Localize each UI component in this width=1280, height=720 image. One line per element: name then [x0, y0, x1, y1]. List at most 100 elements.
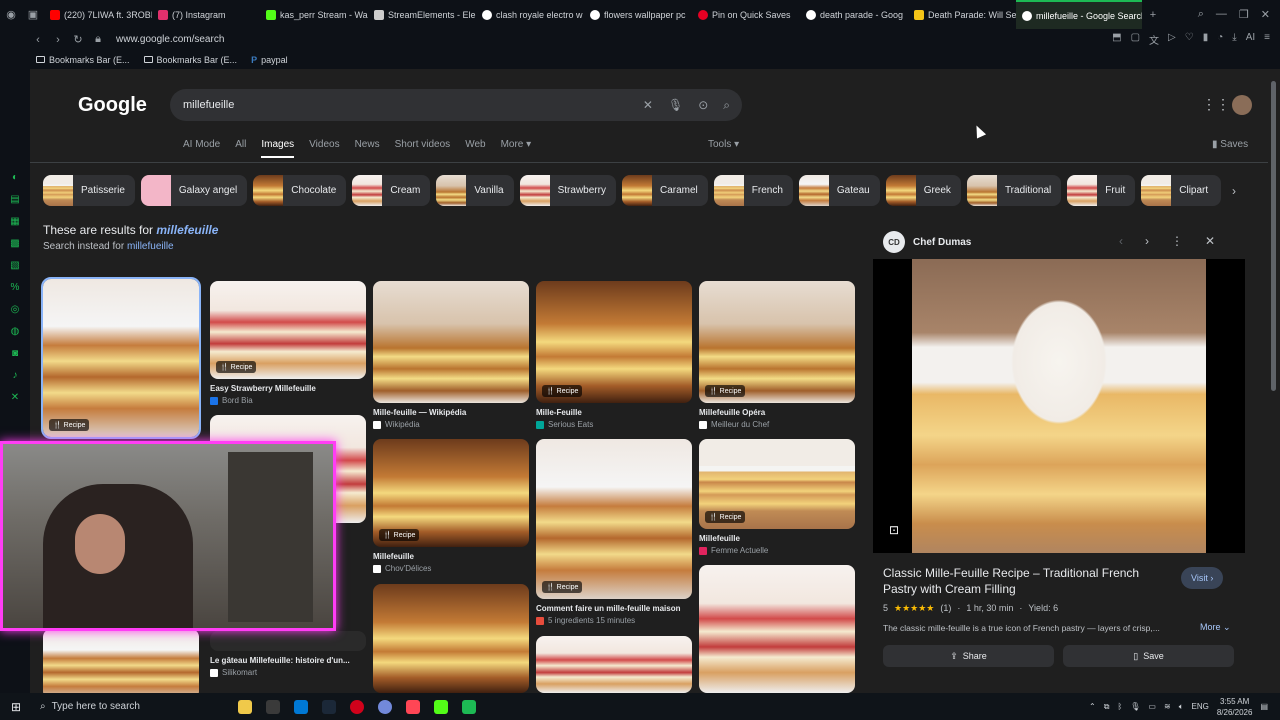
play-icon[interactable]: ▷	[1168, 32, 1176, 47]
result-source[interactable]: Femme Actuelle	[699, 546, 855, 555]
bookmark-folder[interactable]: Bookmarks Bar (E...	[143, 55, 237, 65]
result-thumbnail[interactable]	[373, 281, 529, 403]
result-thumbnail[interactable]	[536, 636, 692, 693]
chevron-right-icon[interactable]: ›	[1145, 234, 1149, 248]
close-icon[interactable]: ✕	[1261, 8, 1270, 21]
image-result[interactable]	[699, 565, 855, 693]
sidebar-messenger-icon[interactable]: ▦	[10, 216, 19, 227]
search-tabs-icon[interactable]: ⌕	[1198, 8, 1204, 21]
microphone-icon[interactable]: 🎙︎	[1130, 702, 1140, 711]
sidebar-discord-icon[interactable]: ◍	[11, 326, 20, 337]
google-apps-icon[interactable]: ⋮⋮	[1202, 96, 1230, 113]
heart-icon[interactable]: ♡	[1185, 32, 1194, 47]
chip[interactable]: Clipart	[1141, 175, 1222, 206]
url-text[interactable]: www.google.com/search	[116, 34, 224, 45]
result-source[interactable]: Meilleur du Chef	[699, 420, 855, 429]
share-button[interactable]: ⇪ Share	[883, 645, 1054, 667]
sidebar-twitch-icon[interactable]: ▧	[10, 260, 19, 271]
snapshot-icon[interactable]: ▢	[1131, 32, 1140, 47]
back-icon[interactable]: ‹	[28, 34, 48, 46]
browser-tab[interactable]: clash royale electro w	[476, 0, 584, 29]
language-indicator[interactable]: ENG	[1192, 702, 1209, 711]
taskbar-search[interactable]: ⌕ Type here to search	[32, 693, 224, 720]
save-button[interactable]: ▯ Save	[1063, 645, 1234, 667]
translate-icon[interactable]: 文	[1149, 32, 1159, 47]
visit-button[interactable]: Visit ›	[1181, 567, 1224, 589]
result-thumbnail[interactable]	[699, 565, 855, 693]
image-result[interactable]: 🍴 Recipe	[41, 277, 201, 439]
maximize-icon[interactable]: ❐	[1239, 8, 1249, 21]
sidebar-tiktok-icon[interactable]: ♪	[13, 370, 18, 381]
workspace-icon[interactable]: ▣	[22, 8, 44, 21]
profile-icon[interactable]: ◔	[1217, 32, 1223, 47]
store-icon[interactable]	[266, 699, 280, 714]
image-result[interactable]	[373, 584, 529, 693]
image-result[interactable]: Mille-feuille — Wikipédia Wikipédia	[373, 281, 529, 429]
result-thumbnail[interactable]: 🍴 Recipe	[536, 439, 692, 599]
preview-title[interactable]: Classic Mille-Feuille Recipe – Tradition…	[883, 565, 1153, 597]
menu-icon[interactable]: ≡	[1264, 32, 1270, 47]
wifi-icon[interactable]: ≋	[1164, 702, 1171, 711]
mail-icon[interactable]	[294, 699, 308, 714]
browser-tab[interactable]: death parade - Goog	[800, 0, 908, 29]
result-thumbnail[interactable]	[43, 629, 199, 693]
sidebar-whatsapp-icon[interactable]: ◎	[11, 304, 20, 315]
result-source[interactable]: Serious Eats	[536, 420, 692, 429]
image-result[interactable]	[536, 636, 692, 693]
opera-menu-icon[interactable]: ◉	[0, 8, 22, 21]
browser-tab[interactable]: Death Parade: Will Se	[908, 0, 1016, 29]
result-source[interactable]: 5 ingredients 15 minutes	[536, 616, 692, 625]
result-title[interactable]: Mille-Feuille	[536, 408, 692, 417]
browser-tab[interactable]: (7) Instagram	[152, 0, 260, 29]
lens-icon[interactable]: ⊡	[889, 523, 899, 537]
image-result[interactable]: 🍴 Recipe Millefeuille Chov'Délices	[373, 439, 529, 573]
sidebar-aria-icon[interactable]: ◐	[12, 172, 18, 183]
browser-tab[interactable]: Pin on Quick Saves	[692, 0, 800, 29]
browser-tab[interactable]: (220) 7LIWA ft. 3ROBI	[44, 0, 152, 29]
result-title[interactable]: Mille-feuille — Wikipédia	[373, 408, 529, 417]
browser-tab[interactable]: kas_perr Stream - Wa	[260, 0, 368, 29]
forward-icon[interactable]: ›	[48, 34, 68, 46]
bluetooth-icon[interactable]: ᛒ	[1117, 702, 1122, 711]
new-tab-button[interactable]: +	[1142, 9, 1164, 21]
result-thumbnail[interactable]: 🍴 Recipe	[373, 439, 529, 547]
result-thumbnail[interactable]: 🍴 Recipe	[41, 277, 201, 439]
opera-icon[interactable]	[350, 699, 364, 714]
notifications-icon[interactable]: ▤	[1260, 702, 1268, 711]
sidebar-percent-icon[interactable]: %	[11, 282, 20, 293]
chip[interactable]: Fruit	[1067, 175, 1136, 206]
image-result[interactable]: 🍴 Recipe Comment faire un mille-feuille …	[536, 439, 692, 625]
discord-icon[interactable]	[378, 699, 392, 714]
app-icon[interactable]	[462, 699, 476, 714]
sidebar-workspace-icon[interactable]: ▤	[10, 194, 19, 205]
avatar[interactable]	[1232, 95, 1252, 115]
bookmark-folder[interactable]: Bookmarks Bar (E...	[36, 55, 130, 65]
result-title[interactable]: Millefeuille Opéra	[699, 408, 855, 417]
image-result[interactable]: 🍴 Recipe Millefeuille Opéra Meilleur du …	[699, 281, 855, 429]
browser-tab[interactable]: StreamElements - Ele	[368, 0, 476, 29]
result-thumbnail[interactable]: 🍴 Recipe	[536, 281, 692, 403]
result-thumbnail[interactable]	[373, 584, 529, 693]
result-title[interactable]: Easy Strawberry Millefeuille	[210, 384, 366, 393]
result-thumbnail[interactable]	[210, 631, 366, 651]
result-source[interactable]: Bord Bia	[210, 396, 366, 405]
saves-button[interactable]: ▮ Saves	[1212, 139, 1248, 150]
image-result[interactable]: 🍴 Recipe Easy Strawberry Millefeuille Bo…	[210, 281, 366, 405]
result-title[interactable]: Comment faire un mille-feuille maison	[536, 604, 692, 613]
result-title[interactable]: Millefeuille	[699, 534, 855, 543]
image-result[interactable]: 🍴 Recipe Mille-Feuille Serious Eats	[536, 281, 692, 429]
network-icon[interactable]: ⧉	[1104, 702, 1110, 712]
preview-source[interactable]: CD Chef Dumas	[883, 231, 971, 253]
image-result[interactable]: 🍴 Recipe Millefeuille Femme Actuelle	[699, 439, 855, 555]
more-options-icon[interactable]: ⋮	[1171, 234, 1183, 248]
browser-tab[interactable]: flowers wallpaper pc	[584, 0, 692, 29]
more-button[interactable]: More ⌄	[1200, 622, 1231, 633]
result-source[interactable]: Chov'Délices	[373, 564, 529, 573]
preview-image[interactable]	[912, 259, 1206, 553]
chip[interactable]: Traditional	[966, 175, 1062, 206]
reload-icon[interactable]: ↻	[68, 33, 88, 46]
result-thumbnail[interactable]: 🍴 Recipe	[699, 439, 855, 529]
pin-icon[interactable]: ⬒	[1112, 32, 1121, 47]
image-result[interactable]	[43, 629, 199, 693]
sidebar-x-icon[interactable]: ✕	[11, 392, 19, 403]
